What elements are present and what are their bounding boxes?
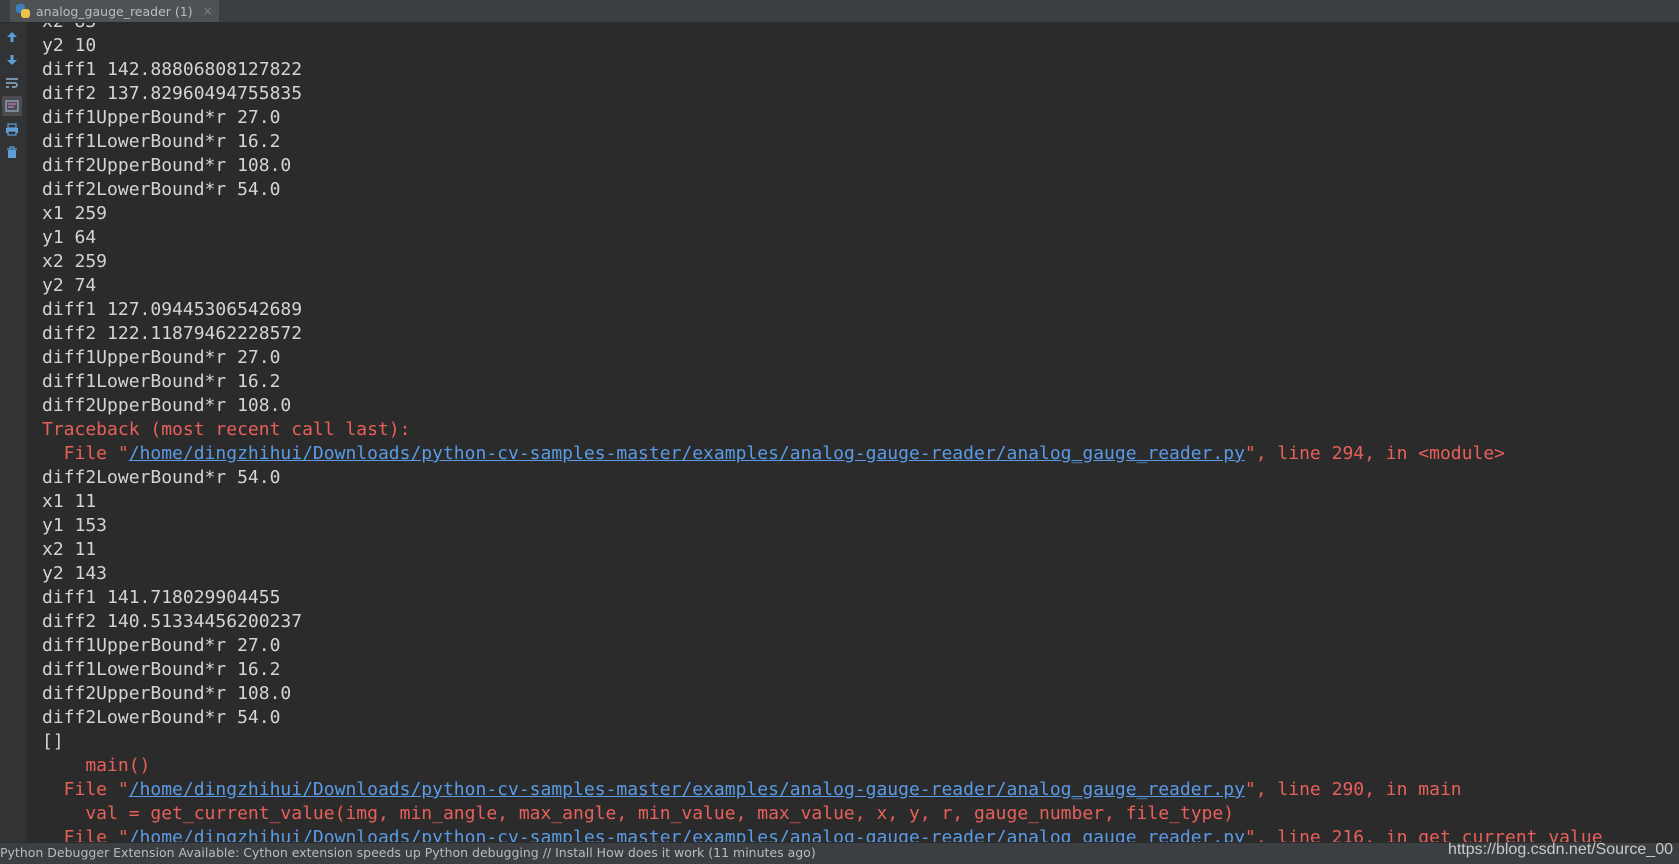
console-line: File "/home/dingzhihui/Downloads/python-… [42, 778, 1603, 802]
up-arrow-icon[interactable] [2, 27, 22, 47]
console-line: x1 11 [42, 491, 97, 512]
console-line: diff2 140.51334456200237 [42, 611, 303, 632]
soft-wrap-icon[interactable] [2, 73, 22, 93]
console-line: y1 64 [42, 227, 97, 248]
status-bar: Python Debugger Extension Available: Cyt… [0, 841, 1679, 864]
console-line: diff2 122.11879462228572 [42, 323, 303, 344]
console-output[interactable]: x2 83y2 10 diff1 142.88806808127822 diff2 … [27, 23, 1679, 842]
status-message[interactable]: Python Debugger Extension Available: Cyt… [0, 843, 816, 863]
python-icon [16, 4, 30, 18]
console-lines: x2 83y2 10 diff1 142.88806808127822 diff2 … [42, 23, 1603, 842]
tab-title: analog_gauge_reader (1) [36, 3, 193, 19]
console-line: diff2LowerBound*r 54.0 [42, 467, 281, 488]
console-line: File "/home/dingzhihui/Downloads/python-… [42, 442, 1603, 466]
file-suffix: ", line 294, in <module> [1244, 443, 1505, 464]
tab-bar: analog_gauge_reader (1) × [0, 0, 1679, 23]
console-line: diff2UpperBound*r 108.0 [42, 155, 292, 176]
file-link[interactable]: /home/dingzhihui/Downloads/python-cv-sam… [129, 779, 1245, 800]
console-line: diff1LowerBound*r 16.2 [42, 371, 281, 392]
console-line: diff1LowerBound*r 16.2 [42, 659, 281, 680]
close-icon[interactable]: × [203, 4, 213, 18]
console-line: [] [42, 731, 64, 752]
console-line: diff1 142.88806808127822 [42, 59, 303, 80]
console-line: y2 143 [42, 563, 108, 584]
console-line: Traceback (most recent call last): [42, 419, 411, 440]
console-line: diff2UpperBound*r 108.0 [42, 683, 292, 704]
watermark: https://blog.csdn.net/Source_00 [1447, 841, 1673, 858]
down-arrow-icon[interactable] [2, 50, 22, 70]
tab-analog-gauge-reader[interactable]: analog_gauge_reader (1) × [10, 0, 219, 22]
console-line: x1 259 [42, 203, 108, 224]
console-line: x2 11 [42, 539, 97, 560]
console-line: diff2 137.82960494755835 [42, 83, 303, 104]
console-line: x2 259 [42, 251, 108, 272]
file-link[interactable]: /home/dingzhihui/Downloads/python-cv-sam… [129, 443, 1245, 464]
console-line: x2 83 [42, 23, 1603, 34]
console-line: diff2LowerBound*r 54.0 [42, 179, 281, 200]
trash-icon[interactable] [2, 142, 22, 162]
print-icon[interactable] [2, 119, 22, 139]
console-line: diff1UpperBound*r 27.0 [42, 107, 281, 128]
console-line: diff1UpperBound*r 27.0 [42, 347, 281, 368]
console-toolbar [0, 23, 27, 842]
console-line: main() [42, 755, 151, 776]
file-link[interactable]: /home/dingzhihui/Downloads/python-cv-sam… [129, 827, 1245, 842]
console-line: File "/home/dingzhihui/Downloads/python-… [42, 826, 1603, 842]
file-prefix: File " [42, 443, 129, 464]
console-line: diff1LowerBound*r 16.2 [42, 131, 281, 152]
console-line: diff1 141.718029904455 [42, 587, 281, 608]
console-line: diff1 127.09445306542689 [42, 299, 303, 320]
console-line: val = get_current_value(img, min_angle, … [42, 803, 1235, 824]
console-line: diff2UpperBound*r 108.0 [42, 395, 292, 416]
file-prefix: File " [42, 779, 129, 800]
console-line: diff1UpperBound*r 27.0 [42, 635, 281, 656]
console-line: y1 153 [42, 515, 108, 536]
console-line: diff2LowerBound*r 54.0 [42, 707, 281, 728]
file-prefix: File " [42, 827, 129, 842]
console-line: y2 10 [42, 35, 97, 56]
scroll-to-end-icon[interactable] [2, 96, 22, 116]
file-suffix: ", line 290, in main [1244, 779, 1462, 800]
console-line: y2 74 [42, 275, 97, 296]
